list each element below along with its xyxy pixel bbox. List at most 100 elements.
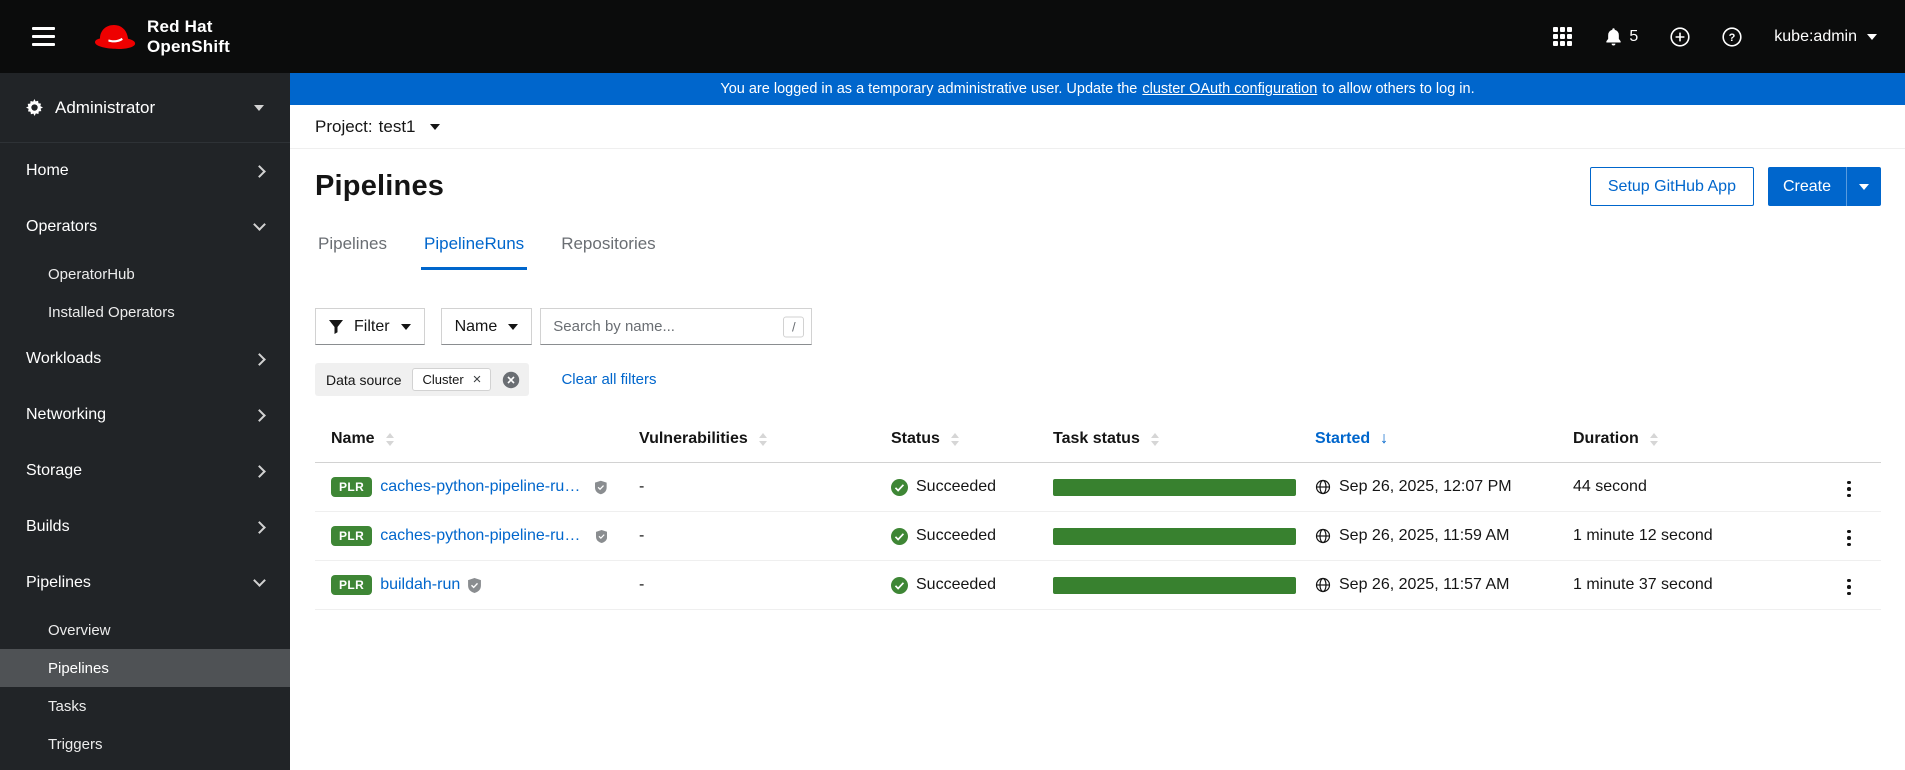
column-header-task-status[interactable]: Task status bbox=[1053, 430, 1159, 448]
task-status-bar bbox=[1053, 576, 1296, 594]
row-kebab-menu[interactable] bbox=[1837, 573, 1861, 602]
add-button[interactable] bbox=[1668, 25, 1692, 49]
column-label: Status bbox=[891, 430, 940, 447]
sidebar-item-label: OperatorHub bbox=[48, 265, 135, 283]
sort-descending-icon: ↓ bbox=[1380, 430, 1389, 447]
perspective-switcher[interactable]: Administrator bbox=[0, 73, 290, 143]
column-header-name[interactable]: Name bbox=[331, 430, 394, 448]
sidebar-item-pipelines-tasks[interactable]: Tasks bbox=[0, 687, 290, 725]
status-label: Succeeded bbox=[916, 576, 997, 593]
sort-icon bbox=[758, 432, 767, 446]
notifications-button[interactable]: 5 bbox=[1602, 25, 1640, 48]
table-row: PLR caches-python-pipeline-run-dc5vg - S… bbox=[315, 512, 1881, 561]
tab-repositories[interactable]: Repositories bbox=[558, 234, 659, 270]
row-kebab-menu[interactable] bbox=[1837, 524, 1861, 553]
search-input[interactable] bbox=[540, 308, 813, 345]
success-check-icon bbox=[891, 576, 908, 594]
tab-pipelineruns[interactable]: PipelineRuns bbox=[421, 234, 528, 270]
nav-toggle-icon[interactable] bbox=[26, 21, 61, 52]
sidebar-item-workloads[interactable]: Workloads bbox=[0, 331, 290, 387]
login-banner: You are logged in as a temporary adminis… bbox=[290, 73, 1905, 105]
app-launcher-button[interactable] bbox=[1551, 25, 1574, 48]
sidebar-item-pipelines[interactable]: Pipelines bbox=[0, 555, 290, 611]
column-label: Task status bbox=[1053, 430, 1140, 447]
sidebar-item-label: Operators bbox=[26, 218, 98, 235]
brand-text: Red Hat OpenShift bbox=[147, 17, 230, 55]
pipelinerun-table: Name Vulnerabilities Status Task status … bbox=[315, 422, 1881, 610]
filter-dropdown[interactable]: Filter bbox=[315, 308, 425, 345]
column-header-duration[interactable]: Duration bbox=[1573, 430, 1658, 448]
help-button[interactable]: ? bbox=[1720, 25, 1744, 49]
tab-bar: Pipelines PipelineRuns Repositories bbox=[315, 234, 1881, 270]
bell-icon bbox=[1606, 28, 1621, 46]
chevron-down-icon bbox=[429, 123, 440, 130]
signed-badge-icon bbox=[595, 480, 607, 494]
vulnerabilities-cell: - bbox=[639, 478, 645, 495]
sidebar-item-label: Networking bbox=[26, 406, 107, 423]
filter-type-label: Name bbox=[454, 317, 498, 335]
sidebar-nav: Administrator Home Operators OperatorHub… bbox=[0, 73, 290, 770]
column-header-status[interactable]: Status bbox=[891, 430, 959, 448]
chip-group-label: Data source bbox=[326, 371, 402, 388]
sidebar-item-label: Builds bbox=[26, 518, 70, 535]
clear-all-filters-link[interactable]: Clear all filters bbox=[561, 371, 656, 388]
pipelinerun-link[interactable]: buildah-run bbox=[380, 576, 460, 594]
column-label: Vulnerabilities bbox=[639, 430, 748, 447]
remove-chip-icon[interactable]: × bbox=[473, 372, 482, 387]
sort-icon bbox=[950, 432, 959, 446]
globe-icon bbox=[1315, 528, 1331, 544]
pipelinerun-link[interactable]: caches-python-pipeline-run-dc5vg bbox=[380, 527, 588, 545]
times-circle-icon bbox=[503, 371, 520, 388]
vulnerabilities-cell: - bbox=[639, 576, 645, 593]
sidebar-item-builds[interactable]: Builds bbox=[0, 499, 290, 555]
app-grid-icon bbox=[1553, 27, 1573, 46]
project-value: test1 bbox=[378, 116, 416, 136]
column-header-vulnerabilities[interactable]: Vulnerabilities bbox=[639, 430, 767, 448]
setup-github-app-button[interactable]: Setup GitHub App bbox=[1589, 167, 1754, 206]
sidebar-item-pipelines-overview[interactable]: Overview bbox=[0, 611, 290, 649]
sidebar-item-label: Installed Operators bbox=[48, 303, 175, 321]
sidebar-item-storage[interactable]: Storage bbox=[0, 443, 290, 499]
tab-pipelines[interactable]: Pipelines bbox=[315, 234, 390, 270]
sidebar-item-pipelines-pipelines[interactable]: Pipelines bbox=[0, 649, 290, 687]
row-kebab-menu[interactable] bbox=[1837, 475, 1861, 504]
table-row: PLR buildah-run - Succeeded Sep 26, 2025… bbox=[315, 561, 1881, 610]
sort-icon bbox=[385, 432, 394, 446]
sidebar-item-label: Triggers bbox=[48, 735, 103, 753]
sidebar-item-networking[interactable]: Networking bbox=[0, 387, 290, 443]
column-label: Duration bbox=[1573, 430, 1639, 447]
column-header-actions bbox=[1821, 422, 1881, 463]
sidebar-item-installed-operators[interactable]: Installed Operators bbox=[0, 293, 290, 331]
project-selector[interactable]: Project: test1 bbox=[290, 105, 1905, 149]
pipelinerun-badge: PLR bbox=[331, 575, 373, 595]
remove-chip-group-button[interactable] bbox=[502, 371, 520, 389]
cluster-oauth-configuration-link[interactable]: cluster OAuth configuration bbox=[1142, 81, 1317, 97]
sidebar-item-operators[interactable]: Operators bbox=[0, 199, 290, 255]
create-button-label: Create bbox=[1782, 177, 1831, 195]
cluster-filter-chip: Cluster × bbox=[412, 368, 492, 391]
chevron-right-icon bbox=[253, 408, 266, 422]
sidebar-item-label: Tasks bbox=[48, 697, 87, 715]
filter-type-dropdown[interactable]: Name bbox=[440, 308, 533, 345]
create-button[interactable]: Create bbox=[1767, 167, 1881, 206]
masthead: Red Hat OpenShift 5 ? kube:admin bbox=[0, 0, 1905, 73]
redhat-openshift-logo[interactable]: Red Hat OpenShift bbox=[91, 17, 230, 56]
started-timestamp: Sep 26, 2025, 11:57 AM bbox=[1339, 576, 1510, 593]
started-timestamp: Sep 26, 2025, 12:07 PM bbox=[1339, 478, 1512, 495]
gear-icon bbox=[26, 99, 43, 116]
sidebar-item-label: Home bbox=[26, 162, 69, 179]
status-label: Succeeded bbox=[916, 527, 997, 544]
pipelinerun-link[interactable]: caches-python-pipeline-run-rl2wj bbox=[380, 478, 587, 496]
chevron-down-icon bbox=[1859, 183, 1869, 190]
sidebar-item-label: Workloads bbox=[26, 350, 102, 367]
table-row: PLR caches-python-pipeline-run-rl2wj - S… bbox=[315, 463, 1881, 512]
user-menu-button[interactable]: kube:admin bbox=[1772, 26, 1879, 48]
search-box: / bbox=[540, 308, 813, 345]
sidebar-item-pipelines-triggers[interactable]: Triggers bbox=[0, 725, 290, 763]
svg-text:?: ? bbox=[1729, 32, 1736, 44]
column-header-started[interactable]: Started ↓ bbox=[1315, 430, 1388, 448]
create-dropdown-toggle[interactable] bbox=[1847, 167, 1881, 206]
sidebar-item-home[interactable]: Home bbox=[0, 143, 290, 199]
sidebar-item-operatorhub[interactable]: OperatorHub bbox=[0, 255, 290, 293]
question-circle-icon: ? bbox=[1722, 26, 1742, 47]
